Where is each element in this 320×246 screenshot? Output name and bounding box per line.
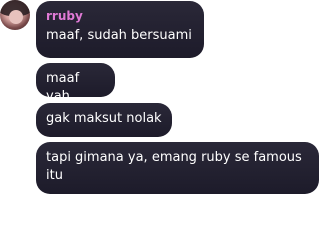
message-bubble[interactable]: rruby maaf, sudah bersuami: [36, 1, 204, 58]
chat-thread: rruby maaf, sudah bersuami maaf yah gak …: [0, 0, 320, 246]
message-text: gak maksut nolak: [46, 111, 162, 126]
message-text: maaf yah: [46, 71, 80, 104]
message-text: maaf, sudah bersuami: [46, 28, 192, 43]
avatar[interactable]: [0, 0, 30, 30]
message-bubble[interactable]: gak maksut nolak: [36, 103, 172, 137]
message-text: tapi gimana ya, emang ruby se famous itu: [46, 150, 302, 183]
sender-name[interactable]: rruby: [46, 8, 194, 24]
avatar-face: [9, 10, 23, 24]
message-bubble[interactable]: maaf yah: [36, 63, 115, 104]
message-bubble[interactable]: tapi gimana ya, emang ruby se famous itu: [36, 142, 319, 194]
